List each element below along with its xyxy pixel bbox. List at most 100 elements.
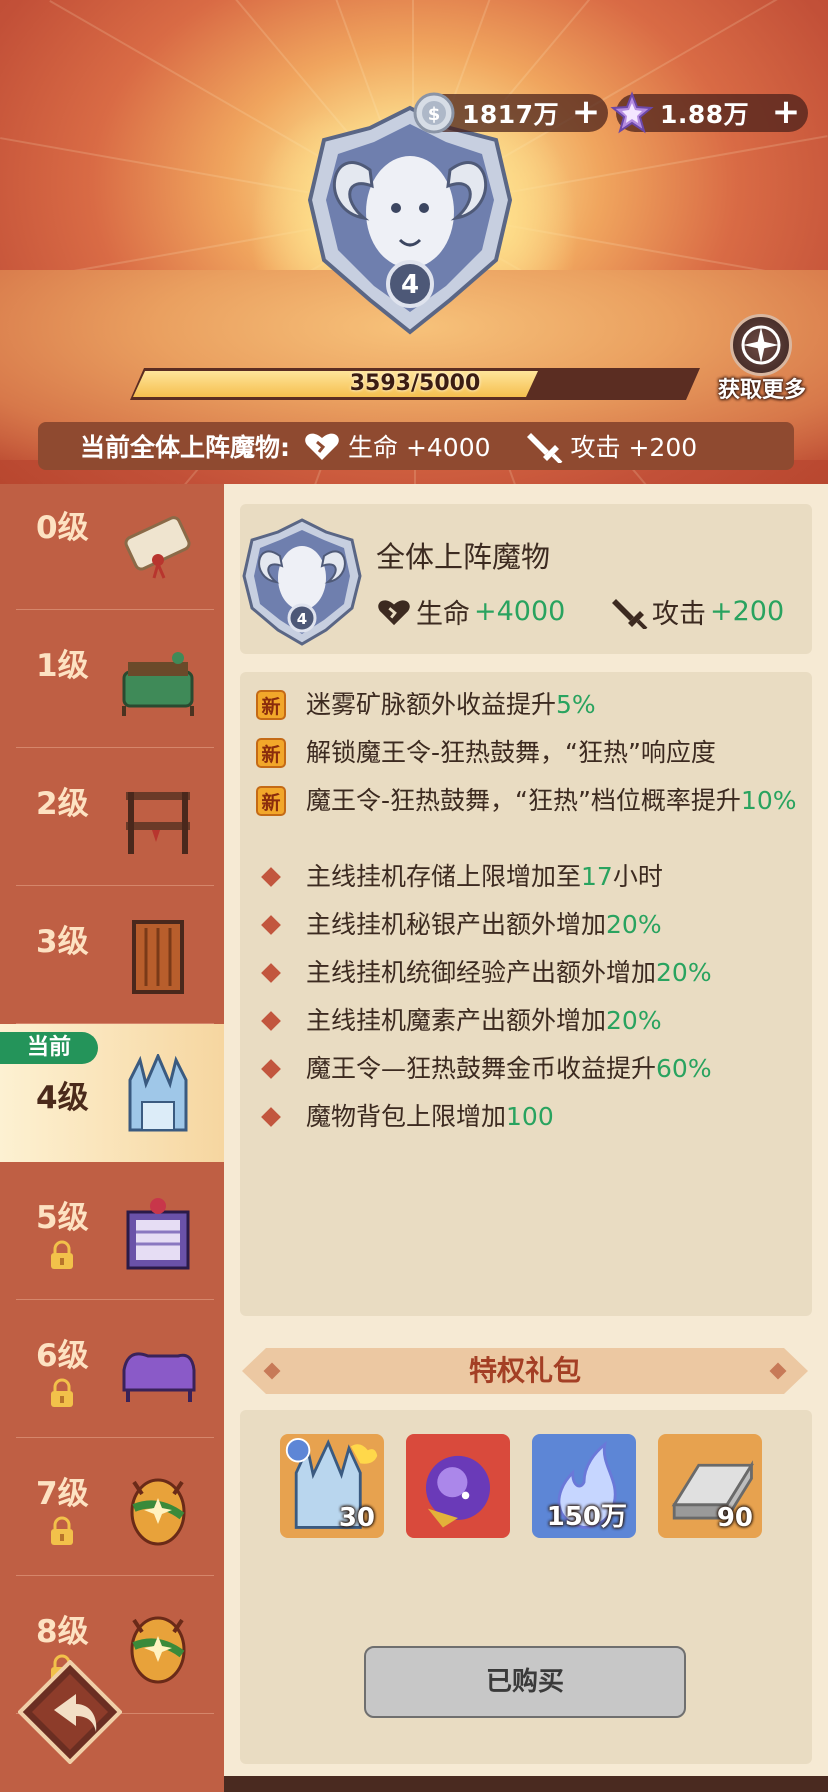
level-row[interactable]: 1级 xyxy=(0,610,224,748)
bullet-diamond-icon xyxy=(256,1054,286,1084)
level-row[interactable]: 3级 xyxy=(0,886,224,1024)
gift-item[interactable]: 90 xyxy=(658,1434,762,1538)
exp-progress-bar: 3593/5000 xyxy=(130,368,700,400)
level-info-card: 4 全体上阵魔物 生命 +4000 攻击 +200 xyxy=(240,504,812,654)
perk-highlight: 20% xyxy=(606,1006,662,1035)
perk-highlight: 10% xyxy=(740,786,797,815)
heart-icon xyxy=(378,599,410,625)
level-label: 6级 xyxy=(36,1338,89,1374)
bullet-diamond-icon xyxy=(256,958,286,988)
perk-highlight: 100 xyxy=(506,1102,554,1131)
ice-throne-icon xyxy=(128,1054,188,1132)
perk-text: 主线挂机存储上限增加至17小时 xyxy=(306,862,663,891)
compass-icon xyxy=(730,314,792,376)
perk-text: 主线挂机魔素产出额外增加20% xyxy=(306,1006,662,1035)
level-row[interactable]: 5级 xyxy=(0,1162,224,1300)
progress-text: 3593/5000 xyxy=(349,371,481,396)
perk-highlight: 5% xyxy=(556,690,596,719)
add-silver-button[interactable]: + xyxy=(570,95,602,129)
gift-item[interactable]: 30 xyxy=(280,1434,384,1538)
lock-icon xyxy=(51,1378,73,1407)
bullet-diamond-icon xyxy=(256,1006,286,1036)
bonus-hp: 生命 +4000 xyxy=(304,428,491,464)
lock-icon xyxy=(51,1240,73,1269)
team-bonus-bar: 当前全体上阵魔物: 生命 +4000 攻击 +200 xyxy=(38,422,794,470)
current-badge: 当前 xyxy=(0,1032,98,1064)
privilege-gift-header: 特权礼包 xyxy=(242,1348,808,1394)
header-banner: 4 $ 1817万 + 1.88万 + 3593/5000 获取更多 当前全体上… xyxy=(0,0,828,484)
perk-highlight: 60% xyxy=(656,1054,712,1083)
bonus-label: 当前全体上阵魔物: xyxy=(80,433,290,462)
monster-egg-icon xyxy=(130,1478,186,1546)
info-title: 全体上阵魔物 xyxy=(376,540,551,574)
back-button[interactable] xyxy=(18,1660,122,1764)
gift-header-title: 特权礼包 xyxy=(468,1354,581,1387)
star-gem-icon xyxy=(610,91,654,134)
perk-text: 主线挂机统御经验产出额外增加20% xyxy=(306,958,712,987)
heart-icon xyxy=(305,433,339,460)
level-row[interactable]: 6级 xyxy=(0,1300,224,1438)
monster-egg-icon xyxy=(130,1616,186,1684)
perk-text: 魔物背包上限增加100 xyxy=(306,1102,554,1131)
gem-amount: 1.88万 xyxy=(660,100,750,129)
sword-icon xyxy=(612,598,648,629)
ram-emblem-small-icon: 4 xyxy=(242,518,362,646)
perk-highlight: 20% xyxy=(606,910,662,939)
level-label: 1级 xyxy=(36,648,89,684)
green-bed-icon xyxy=(122,652,194,716)
info-atk-value: +200 xyxy=(710,596,785,627)
perk-highlight: 20% xyxy=(656,958,712,987)
gift-quantity: 30 xyxy=(338,1503,375,1533)
info-hp-value: +4000 xyxy=(474,596,566,627)
bullet-diamond-icon xyxy=(256,862,286,892)
info-hp-label: 生命 xyxy=(416,599,470,630)
purple-cabinet-icon xyxy=(126,1198,190,1270)
gift-item[interactable]: 150万 xyxy=(532,1434,636,1538)
info-hp: 生命 +4000 xyxy=(376,592,565,631)
silver-amount: 1817万 xyxy=(462,100,560,129)
level-label: 7级 xyxy=(36,1476,89,1512)
bottom-strip xyxy=(224,1776,828,1792)
gift-item[interactable] xyxy=(406,1434,510,1538)
add-gem-button[interactable]: + xyxy=(770,95,802,129)
perk-text: 主线挂机秘银产出额外增加20% xyxy=(306,910,662,939)
gem-currency: 1.88万 + xyxy=(610,91,808,134)
level-row[interactable]: 当前 4级 xyxy=(0,1024,224,1162)
purple-sofa-icon xyxy=(122,1352,196,1402)
purchased-button[interactable]: 已购买 xyxy=(364,1646,686,1718)
bonus-atk: 攻击 +200 xyxy=(526,428,698,464)
silver-coin-icon: $ xyxy=(413,92,455,134)
perk-text: 解锁魔王令-狂热鼓舞，“狂热”响应度 xyxy=(306,738,716,767)
new-tag: 新 xyxy=(256,738,286,768)
perk-text: 迷雾矿脉额外收益提升5% xyxy=(306,690,596,719)
level-row[interactable]: 2级 xyxy=(0,748,224,886)
gift-quantity: 150万 xyxy=(546,1502,627,1532)
perk-highlight: 17 xyxy=(581,862,613,891)
level-sidebar: 0级 1级 2级 3级当前 4级 5级 6级 7级 8级 xyxy=(0,484,224,1792)
sword-icon xyxy=(526,433,562,463)
svg-text:4: 4 xyxy=(297,610,307,628)
perk-text: 魔王令-狂热鼓舞，“狂热”档位概率提升10% xyxy=(306,786,797,815)
level-label: 8级 xyxy=(36,1614,89,1650)
scroll-icon xyxy=(124,516,191,579)
perk-list: 新迷雾矿脉额外收益提升5% 新解锁魔王令-狂热鼓舞，“狂热”响应度新魔王令-狂热鼓… xyxy=(240,672,812,1316)
get-more-label: 获取更多 xyxy=(717,378,806,403)
level-label: 5级 xyxy=(36,1200,89,1236)
cosmic-orb-icon xyxy=(425,1455,491,1528)
level-row[interactable]: 0级 xyxy=(0,484,224,610)
bonus-hp-text: 生命 +4000 xyxy=(348,433,491,462)
info-atk-label: 攻击 xyxy=(652,599,706,630)
gift-quantity: 90 xyxy=(716,1503,753,1533)
bullet-diamond-icon xyxy=(256,1102,286,1132)
perk-text: 魔王令—狂热鼓舞金币收益提升60% xyxy=(306,1054,712,1083)
level-row[interactable]: 7级 xyxy=(0,1438,224,1576)
bonus-atk-text: 攻击 +200 xyxy=(570,433,698,462)
info-atk: 攻击 +200 xyxy=(612,592,784,631)
level-label: 0级 xyxy=(36,510,89,546)
get-more-button[interactable]: 获取更多 xyxy=(714,314,810,404)
new-tag: 新 xyxy=(256,786,286,816)
level-label: 2级 xyxy=(36,786,89,822)
level-label: 4级 xyxy=(36,1080,89,1116)
lock-icon xyxy=(51,1516,73,1545)
shelf-icon xyxy=(126,792,190,854)
